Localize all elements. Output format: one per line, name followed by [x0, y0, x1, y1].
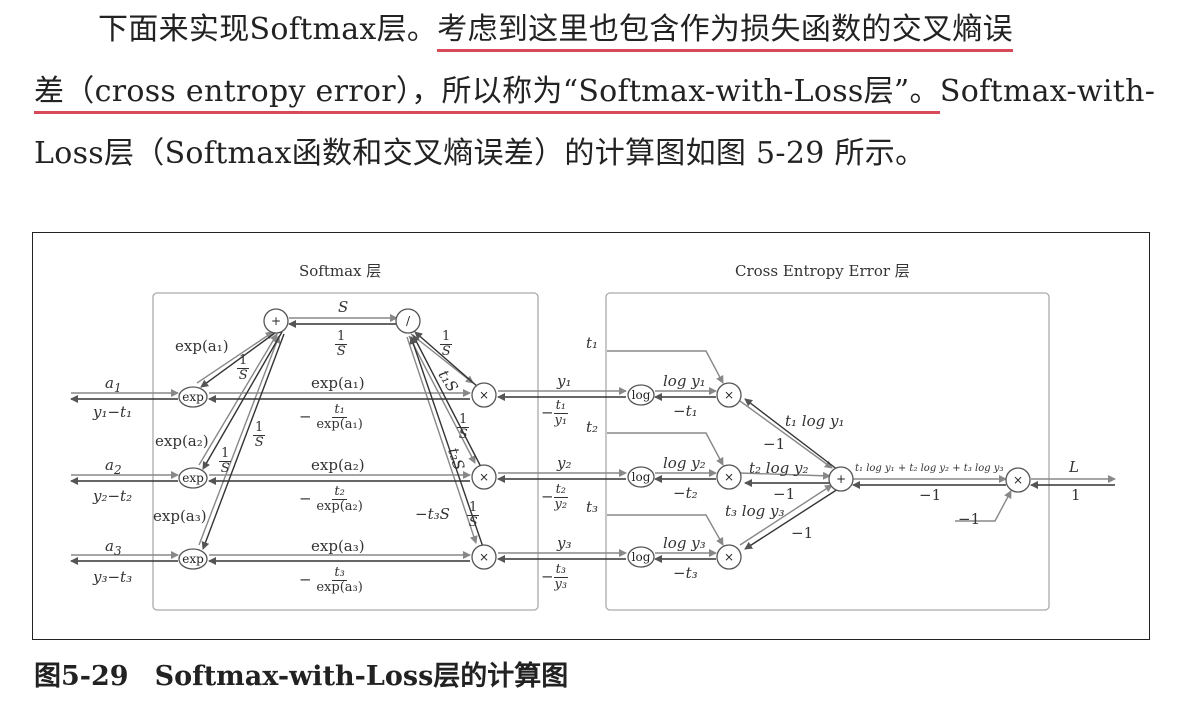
- grad-neg-t2: −t₂: [673, 484, 698, 502]
- one-over-S-label: 1S: [237, 353, 250, 383]
- one-over-S-label: 1S: [440, 329, 453, 359]
- grad-y1-t1: y₁−t₁: [93, 403, 133, 421]
- exp-a1-label-upper: exp(a₁): [175, 337, 229, 355]
- one-over-S-label: 1S: [457, 412, 470, 442]
- multiply-node-glyph: ×: [723, 470, 735, 484]
- t1-log-y1-label: t₁ log y₁: [785, 412, 845, 430]
- paragraph-line-3: Loss层（Softmax函数和交叉熵误差）的计算图如图 5-29 所示。: [34, 136, 926, 171]
- multiply-node-glyph: ×: [478, 388, 490, 402]
- para-underlined-text: 差（cross entropy error），所以称为“Softmax-with…: [34, 74, 940, 114]
- log-y2-label: log y₂: [663, 454, 706, 472]
- grad-minus-one: −1: [919, 486, 942, 504]
- y3-label: y₃: [557, 534, 572, 552]
- grad-minus-one: −1: [763, 435, 786, 453]
- one-over-S-label: 1S: [253, 420, 266, 450]
- computational-graph-figure: + / exp exp exp × × × log log log × × × …: [32, 232, 1150, 640]
- multiply-node-glyph: ×: [478, 550, 490, 564]
- exp-a2-label: exp(a₂): [311, 456, 365, 474]
- constant-minus-one: −1: [958, 510, 981, 528]
- L-label: L: [1069, 458, 1079, 476]
- final-grad-one: 1: [1071, 486, 1081, 504]
- log-y1-label: log y₁: [663, 372, 706, 390]
- multiply-node-glyph: ×: [478, 470, 490, 484]
- grad-neg-t3-over-exp: − t₃ exp(a₃): [299, 565, 363, 595]
- t3-label: t₃: [586, 498, 599, 516]
- figure-title: Softmax-with-Loss层的计算图: [154, 661, 569, 692]
- grad-minus-one: −1: [791, 524, 814, 542]
- log-node-glyph: log: [631, 550, 651, 564]
- log-node-glyph: log: [631, 388, 651, 402]
- y2-label: y₂: [557, 454, 572, 472]
- exp-a2-label-left: exp(a₂): [155, 432, 209, 450]
- log-node-glyph: log: [631, 470, 651, 484]
- exp-a1-label: exp(a₁): [311, 374, 365, 392]
- cross-entropy-layer-title: Cross Entropy Error 层: [735, 262, 910, 280]
- t1-label: t₁: [586, 334, 599, 352]
- exp-a3-label: exp(a₃): [311, 537, 365, 555]
- paragraph-line-2: 差（cross entropy error），所以称为“Softmax-with…: [34, 74, 1156, 114]
- grad-minus-one: −1: [773, 485, 796, 503]
- one-over-S-label: 1S: [467, 500, 480, 530]
- plus-node-glyph: +: [270, 314, 282, 328]
- figure-caption: 图5-29 Softmax-with-Loss层的计算图: [34, 654, 568, 693]
- grad-y3-t3: y₃−t₃: [93, 568, 133, 586]
- para-text: 下面来实现Softmax层。: [98, 12, 438, 47]
- one-over-S-label: 1S: [335, 329, 348, 359]
- grad-y2-t2: y₂−t₂: [93, 487, 133, 505]
- t2-log-y2-label: t₂ log y₂: [749, 459, 809, 477]
- divide-node-glyph: /: [405, 314, 411, 328]
- exp-node-glyph: exp: [182, 390, 204, 404]
- paragraph-line-1: 下面来实现Softmax层。考虑到这里也包含作为损失函数的交叉熵误: [98, 12, 1013, 52]
- S-label: S: [338, 298, 349, 316]
- grad-neg-t2-over-y2: − t₂ y₂: [541, 482, 569, 512]
- exp-node-glyph: exp: [182, 471, 204, 485]
- multiply-node-glyph: ×: [1012, 473, 1024, 487]
- multiply-node-glyph: ×: [723, 388, 735, 402]
- grad-neg-t1: −t₁: [673, 402, 698, 420]
- input-a2: a2: [105, 456, 122, 477]
- t2-label: t₂: [586, 418, 599, 436]
- grad-neg-t2-over-exp: − t₂ exp(a₂): [299, 484, 363, 514]
- grad-neg-t3-over-y3: − t₃ y₃: [541, 562, 569, 592]
- one-over-S-label: 1S: [219, 446, 232, 476]
- para-text: Softmax-with-: [939, 74, 1156, 109]
- figure-number: 图5-29: [34, 661, 129, 692]
- multiply-node-glyph: ×: [723, 550, 735, 564]
- input-a3: a3: [105, 537, 122, 558]
- softmax-layer-title: Softmax 层: [299, 262, 382, 280]
- neg-t3S-label: −t₃S: [415, 505, 450, 523]
- input-a1: a1: [105, 374, 122, 395]
- y1-label: y₁: [557, 372, 572, 390]
- log-y3-label: log y₃: [663, 534, 706, 552]
- t3-log-y3-label: t₃ log y₃: [725, 502, 785, 520]
- grad-neg-t1-over-exp: − t₁ exp(a₁): [299, 402, 363, 432]
- sum-label: t₁ log y₁ + t₂ log y₂ + t₃ log y₃: [855, 463, 1004, 474]
- grad-neg-t3: −t₃: [673, 564, 698, 582]
- grad-neg-t1-over-y1: − t₁ y₁: [541, 398, 569, 428]
- cross-entropy-layer-box: [605, 292, 1050, 611]
- para-underlined-text: 考虑到这里也包含作为损失函数的交叉熵误: [437, 12, 1013, 52]
- plus-node-glyph: +: [835, 472, 847, 486]
- exp-a3-label-left: exp(a₃): [153, 507, 207, 525]
- exp-node-glyph: exp: [182, 552, 204, 566]
